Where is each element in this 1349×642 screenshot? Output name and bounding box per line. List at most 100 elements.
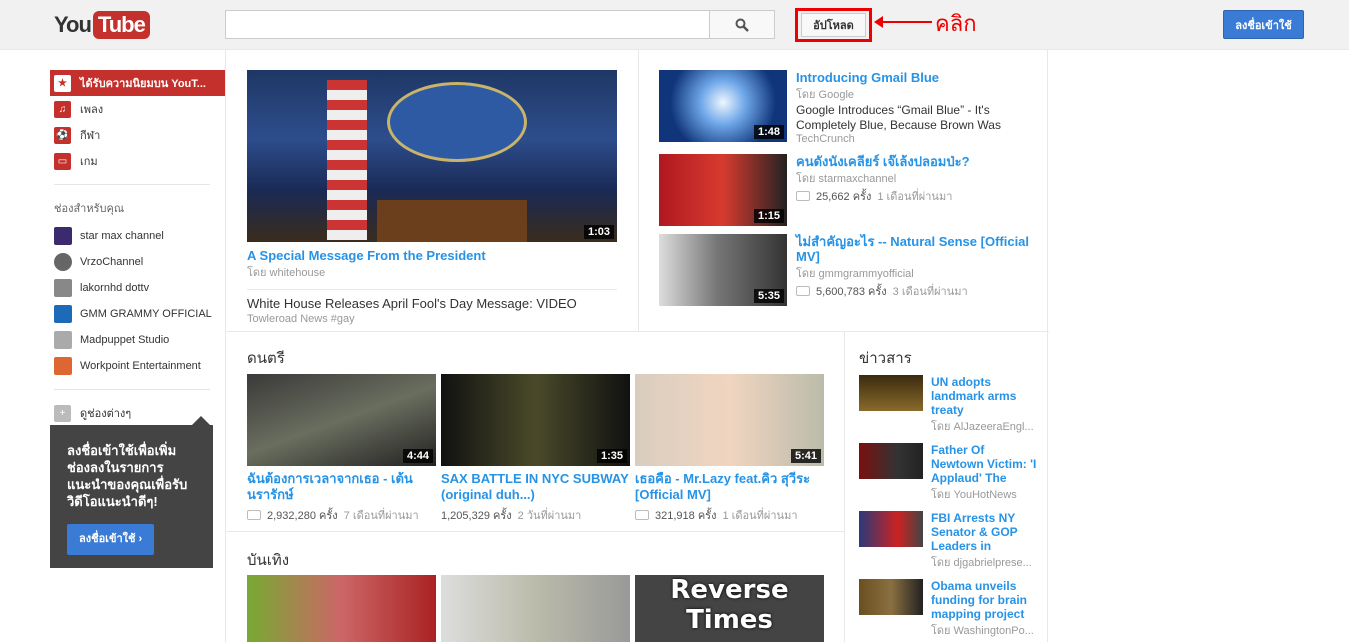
- news-title[interactable]: FBI Arrests NY Senator & GOP Leaders in: [931, 511, 1039, 553]
- guide-item-popular[interactable]: ★ ได้รับความนิยมบน YouT...: [50, 70, 225, 96]
- thumbnail-text: Times: [686, 605, 773, 635]
- channel-item[interactable]: GMM GRAMMY OFFICIAL: [50, 301, 225, 327]
- channel-avatar: [54, 253, 72, 271]
- video-duration: 1:15: [753, 209, 784, 223]
- side-video-item[interactable]: 1:48 Introducing Gmail Blue โดย Google G…: [659, 70, 1039, 145]
- views-icon: [796, 191, 810, 201]
- video-card[interactable]: 5:41 เธอคือ - Mr.Lazy feat.คิว สุวีระ [O…: [635, 374, 824, 524]
- video-source[interactable]: TechCrunch: [796, 133, 1039, 145]
- news-uploader[interactable]: โดย AlJazeeraEngl...: [931, 417, 1039, 435]
- logo-tube-text: Tube: [92, 11, 150, 39]
- related-article-title[interactable]: White House Releases April Fool's Day Me…: [247, 296, 617, 311]
- news-item[interactable]: Obama unveils funding for brain mapping …: [859, 579, 1039, 639]
- youtube-logo[interactable]: You Tube: [54, 11, 150, 39]
- annotation-click-label: คลิก: [935, 12, 977, 37]
- video-title[interactable]: ไม่สำคัญอะไร -- Natural Sense [Official …: [796, 234, 1039, 264]
- guide-item-sports[interactable]: ⚽ กีฬา: [50, 122, 225, 148]
- music-shelf: 4:44 ฉันต้องการเวลาจากเธอ - เต้น นรารักษ…: [247, 374, 824, 524]
- news-uploader[interactable]: โดย WashingtonPo...: [931, 621, 1039, 639]
- video-uploader[interactable]: โดย starmaxchannel: [796, 169, 970, 187]
- views-icon: [796, 286, 810, 296]
- news-thumbnail[interactable]: [859, 375, 923, 411]
- guide-item-music[interactable]: ♫ เพลง: [50, 96, 225, 122]
- gaming-icon: ▭: [54, 152, 71, 170]
- news-title[interactable]: Obama unveils funding for brain mapping …: [931, 579, 1039, 621]
- side-video-item[interactable]: 5:35 ไม่สำคัญอะไร -- Natural Sense [Offi…: [659, 234, 1039, 306]
- side-video-item[interactable]: 1:15 คนดังนังเคลียร์ เจ๊เล้งปลอมป่ะ? โดย…: [659, 154, 1039, 226]
- channel-label: GMM GRAMMY OFFICIAL: [80, 308, 212, 320]
- video-thumbnail[interactable]: 1:15: [659, 154, 787, 226]
- channel-label: lakornhd dottv: [80, 282, 150, 294]
- section-heading-entertainment[interactable]: บันเทิง: [247, 548, 289, 572]
- related-article-source[interactable]: Towleroad News #gay: [247, 313, 617, 325]
- channel-item[interactable]: star max channel: [50, 223, 225, 249]
- views-icon: [635, 510, 649, 520]
- guide-item-label: เกม: [80, 156, 98, 168]
- video-thumbnail[interactable]: 1:35: [441, 374, 630, 466]
- news-item[interactable]: FBI Arrests NY Senator & GOP Leaders in โ…: [859, 511, 1039, 571]
- video-card[interactable]: 1:35 SAX BATTLE IN NYC SUBWAY (original …: [441, 374, 630, 524]
- video-uploader[interactable]: โดย gmmgrammyofficial: [796, 264, 1039, 282]
- upload-age: 7 เดือนที่ผ่านมา: [343, 510, 419, 522]
- guide-item-label: ได้รับความนิยมบน YouT...: [80, 78, 206, 90]
- upload-age: 1 เดือนที่ผ่านมา: [722, 510, 798, 522]
- video-thumbnail[interactable]: Reverse Times: [635, 575, 824, 642]
- video-duration: 5:41: [790, 449, 821, 463]
- news-uploader[interactable]: โดย djgabrielprese...: [931, 553, 1039, 571]
- video-thumbnail[interactable]: [247, 575, 436, 642]
- video-thumbnail[interactable]: 4:44: [247, 374, 436, 466]
- news-title[interactable]: UN adopts landmark arms treaty: [931, 375, 1039, 417]
- video-title[interactable]: ฉันต้องการเวลาจากเธอ - เต้น นรารักษ์: [247, 471, 436, 503]
- browse-channels-label: ดูช่องต่างๆ: [80, 408, 132, 420]
- popular-icon: ★: [54, 74, 71, 92]
- upload-button[interactable]: อัปโหลด: [801, 13, 866, 37]
- video-title[interactable]: Introducing Gmail Blue: [796, 70, 1039, 85]
- video-duration: 5:35: [753, 289, 784, 303]
- video-title[interactable]: SAX BATTLE IN NYC SUBWAY (original duh..…: [441, 471, 630, 503]
- signin-promo: ลงชื่อเข้าใช้เพื่อเพิ่มช่องลงในรายการแนะ…: [50, 416, 213, 568]
- video-title[interactable]: คนดังนังเคลียร์ เจ๊เล้งปลอมป่ะ?: [796, 154, 970, 169]
- video-title[interactable]: A Special Message From the President: [247, 248, 617, 263]
- channel-item[interactable]: Workpoint Entertainment: [50, 353, 225, 379]
- video-thumbnail[interactable]: 1:48: [659, 70, 787, 142]
- video-uploader[interactable]: โดย Google: [796, 85, 1039, 103]
- guide-item-label: กีฬา: [80, 130, 101, 142]
- video-title[interactable]: เธอคือ - Mr.Lazy feat.คิว สุวีระ [Offici…: [635, 471, 824, 503]
- flag-graphic: [327, 80, 367, 240]
- channel-label: Madpuppet Studio: [80, 334, 170, 346]
- upload-age: 3 เดือนที่ผ่านมา: [892, 286, 968, 298]
- channel-item[interactable]: VrzoChannel: [50, 249, 225, 275]
- video-thumbnail[interactable]: 5:41: [635, 374, 824, 466]
- news-item[interactable]: UN adopts landmark arms treaty โดย AlJaze…: [859, 375, 1039, 435]
- news-title[interactable]: Father Of Newtown Victim: 'I Applaud' Th…: [931, 443, 1039, 485]
- search-input[interactable]: [225, 10, 710, 39]
- view-count: 25,662 ครั้ง: [816, 191, 872, 203]
- channel-item[interactable]: lakornhd dottv: [50, 275, 225, 301]
- logo-you-text: You: [54, 12, 92, 37]
- video-card[interactable]: Reverse Times: [635, 575, 824, 642]
- signin-button[interactable]: ลงชื่อเข้าใช้: [1223, 10, 1304, 39]
- section-heading-music[interactable]: ดนตรี: [247, 346, 285, 370]
- news-thumbnail[interactable]: [859, 443, 923, 479]
- video-card[interactable]: [247, 575, 436, 642]
- video-card[interactable]: 4:44 ฉันต้องการเวลาจากเธอ - เต้น นรารักษ…: [247, 374, 436, 524]
- video-thumbnail[interactable]: 5:35: [659, 234, 787, 306]
- section-heading-news[interactable]: ข่าวสาร: [859, 346, 912, 370]
- guide-item-gaming[interactable]: ▭ เกม: [50, 148, 225, 174]
- section-divider: [226, 531, 844, 532]
- featured-video[interactable]: 1:03 A Special Message From the Presiden…: [247, 70, 617, 325]
- news-uploader[interactable]: โดย YouHotNews: [931, 485, 1039, 503]
- promo-signin-button[interactable]: ลงชื่อเข้าใช้ ›: [67, 524, 155, 555]
- channel-item[interactable]: Madpuppet Studio: [50, 327, 225, 353]
- side-video-list: 1:48 Introducing Gmail Blue โดย Google G…: [638, 50, 1049, 332]
- video-uploader[interactable]: โดย whitehouse: [247, 263, 617, 281]
- views-icon: [247, 510, 261, 520]
- news-thumbnail[interactable]: [859, 511, 923, 547]
- search-button[interactable]: [709, 10, 775, 39]
- news-item[interactable]: Father Of Newtown Victim: 'I Applaud' Th…: [859, 443, 1039, 503]
- video-card[interactable]: [441, 575, 630, 642]
- video-thumbnail[interactable]: [441, 575, 630, 642]
- news-thumbnail[interactable]: [859, 579, 923, 615]
- featured-thumbnail[interactable]: 1:03: [247, 70, 617, 242]
- entertainment-shelf: Reverse Times: [247, 575, 824, 642]
